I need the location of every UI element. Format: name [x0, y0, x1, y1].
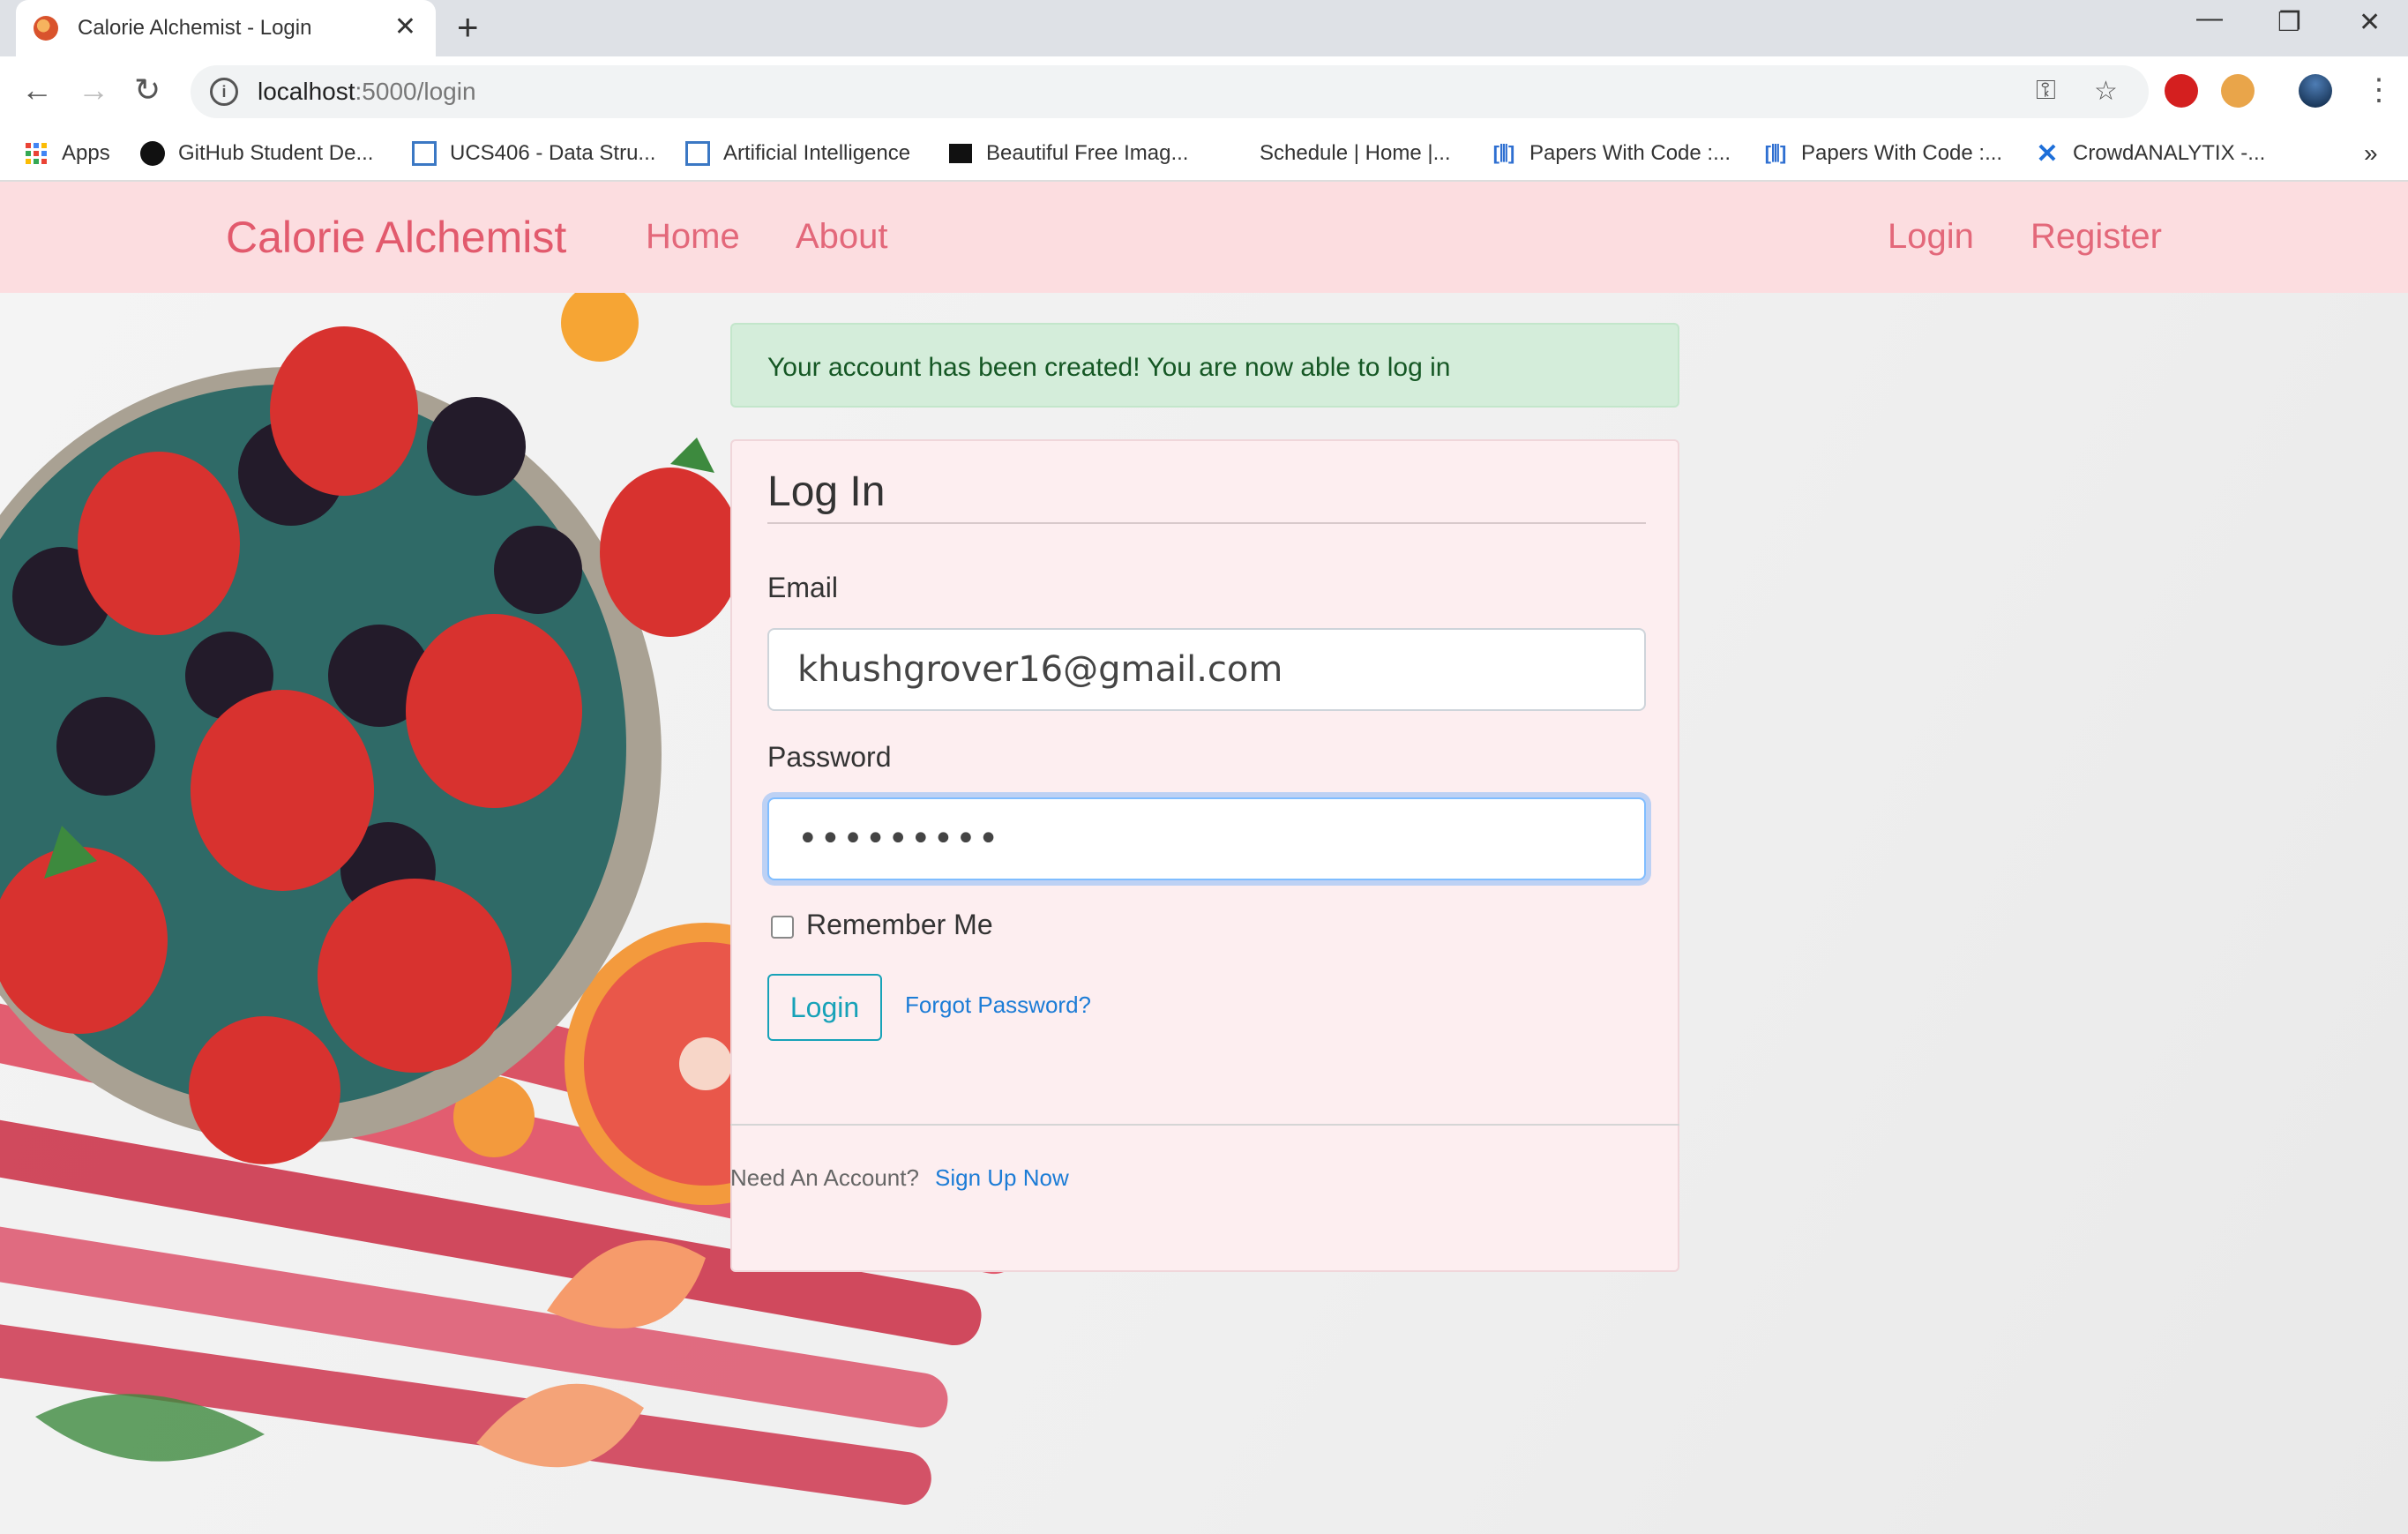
github-icon: [139, 140, 166, 167]
adblock-extension-icon[interactable]: [2165, 74, 2198, 108]
key-icon[interactable]: ⚿: [2036, 76, 2056, 106]
new-tab-icon[interactable]: +: [457, 9, 479, 46]
page-icon: [684, 140, 711, 167]
url-path: :5000/login: [355, 78, 476, 105]
more-bookmarks-icon[interactable]: »: [2364, 127, 2378, 180]
bookmark-label: Beautiful Free Imag...: [986, 141, 1189, 165]
bookmark-label: UCS406 - Data Stru...: [450, 141, 656, 165]
bookmark-label: CrowdANALYTIX -...: [2073, 141, 2266, 165]
url-text[interactable]: localhost:5000/login: [258, 78, 476, 106]
login-submit-button[interactable]: Login: [767, 974, 882, 1041]
nav-about-link[interactable]: About: [796, 217, 888, 257]
close-tab-icon[interactable]: ✕: [394, 14, 416, 41]
window-close-icon[interactable]: ✕: [2359, 7, 2381, 38]
unsplash-icon: [947, 140, 974, 167]
bookmark-github[interactable]: GitHub Student De...: [139, 127, 373, 180]
password-field[interactable]: [767, 797, 1646, 880]
need-account-text: Need An Account?: [730, 1164, 919, 1191]
url-host: localhost: [258, 78, 355, 105]
bookmark-label: GitHub Student De...: [178, 141, 374, 165]
browser-tab[interactable]: Calorie Alchemist - Login ✕: [16, 0, 436, 56]
browser-menu-icon[interactable]: ⋮: [2364, 72, 2394, 108]
browser-tab-strip: Calorie Alchemist - Login ✕ + — ❐ ✕: [0, 0, 2408, 56]
bookmark-ai[interactable]: Artificial Intelligence: [684, 127, 910, 180]
bookmark-label: Apps: [62, 141, 110, 165]
bookmark-ucs406[interactable]: UCS406 - Data Stru...: [411, 127, 655, 180]
bookmark-apps[interactable]: Apps: [23, 127, 110, 180]
bookmark-schedule[interactable]: Schedule | Home |...: [1260, 127, 1451, 180]
bookmark-label: Schedule | Home |...: [1260, 141, 1451, 165]
address-bar-row: ← → ↻ i localhost:5000/login ⚿ ☆ ⋮: [0, 56, 2408, 127]
bookmarks-bar: Apps GitHub Student De... UCS406 - Data …: [0, 127, 2408, 182]
site-favicon-icon: [34, 16, 58, 41]
bookmark-label: Papers With Code :...: [1801, 141, 2003, 165]
bookmark-paperswithcode-1[interactable]: [⫼] Papers With Code :...: [1491, 127, 1731, 180]
forward-icon[interactable]: →: [78, 72, 109, 108]
bookmark-paperswithcode-2[interactable]: [⫼] Papers With Code :...: [1762, 127, 2002, 180]
minimize-icon[interactable]: —: [2196, 4, 2223, 34]
bookmark-star-icon[interactable]: ☆: [2094, 76, 2118, 107]
page-icon: [411, 140, 437, 167]
email-label: Email: [767, 572, 839, 603]
nav-register-link[interactable]: Register: [2030, 217, 2162, 257]
site-info-icon[interactable]: i: [210, 78, 238, 106]
footer-divider: [730, 1124, 1679, 1126]
bookmark-label: Papers With Code :...: [1529, 141, 1731, 165]
email-field[interactable]: [767, 628, 1646, 711]
nav-home-link[interactable]: Home: [646, 217, 740, 257]
reload-icon[interactable]: ↻: [134, 72, 161, 108]
profile-avatar[interactable]: [2299, 74, 2332, 108]
success-alert: Your account has been created! You are n…: [730, 323, 1679, 408]
apps-grid-icon: [23, 140, 49, 167]
remember-me-checkbox[interactable]: [771, 916, 794, 939]
cookie-extension-icon[interactable]: [2221, 74, 2255, 108]
bookmark-crowdanalytix[interactable]: ✕ CrowdANALYTIX -...: [2034, 127, 2265, 180]
bookmark-label: Artificial Intelligence: [723, 141, 911, 165]
legend-divider: [767, 522, 1646, 524]
bookmark-unsplash[interactable]: Beautiful Free Imag...: [947, 127, 1188, 180]
forgot-password-link[interactable]: Forgot Password?: [905, 991, 1091, 1019]
password-label: Password: [767, 741, 892, 773]
form-legend: Log In: [767, 468, 886, 515]
sign-up-link[interactable]: Sign Up Now: [935, 1164, 1069, 1192]
nav-login-link[interactable]: Login: [1888, 217, 1974, 257]
url-omnibox[interactable]: i localhost:5000/login ⚿ ☆: [191, 65, 2149, 118]
remember-me-label[interactable]: Remember Me: [806, 909, 993, 941]
brand-link[interactable]: Calorie Alchemist: [226, 212, 566, 263]
restore-icon[interactable]: ❐: [2277, 7, 2301, 38]
paperswithcode-icon: [⫼]: [1764, 142, 1787, 164]
tab-title: Calorie Alchemist - Login: [78, 16, 312, 40]
site-navbar: Calorie Alchemist Home About Login Regis…: [0, 182, 2408, 293]
page-viewport: Calorie Alchemist Home About Login Regis…: [0, 182, 2408, 1534]
login-form-card: Log In Email Password Remember Me Login …: [730, 439, 1679, 1272]
back-icon[interactable]: ←: [21, 72, 53, 108]
paperswithcode-icon: [⫼]: [1492, 142, 1515, 164]
crowdanalytix-icon: ✕: [2036, 138, 2059, 168]
